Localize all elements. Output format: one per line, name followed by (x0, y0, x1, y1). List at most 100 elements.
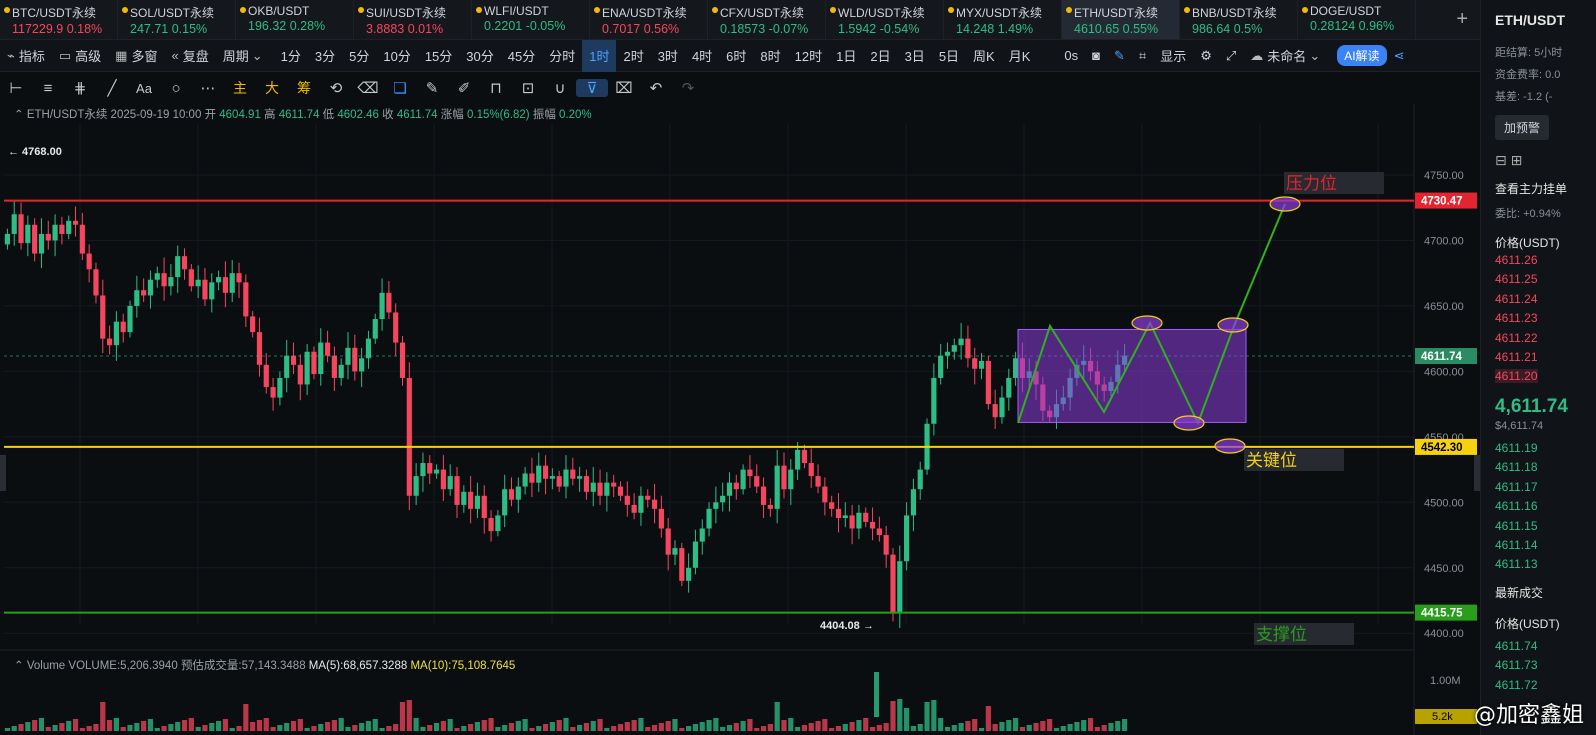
layers-icon[interactable]: ❏ (384, 79, 416, 97)
interval-0[interactable]: 1分 (274, 40, 308, 72)
consolidation-box[interactable] (1017, 328, 1247, 423)
level-label[interactable]: 支撑位 (1256, 625, 1307, 645)
volume-bar (1026, 725, 1032, 731)
ticker-tab[interactable]: ENA/USDT永续 0.7017 0.56% (590, 0, 708, 39)
layout-dropdown[interactable]: ☁ 未命名 ⌄ (1243, 40, 1331, 72)
ticker-tab[interactable]: WLD/USDT永续 1.5942 -0.54% (826, 0, 944, 39)
text-tool[interactable]: Aa (128, 81, 160, 96)
chip-tool[interactable]: 筹 (288, 78, 320, 98)
parallel-lines-icon[interactable]: ≡ (32, 80, 64, 97)
eraser-icon[interactable]: ⌫ (352, 79, 384, 97)
bid-price: 4611.16 (1495, 499, 1538, 514)
candle-body (611, 482, 617, 487)
level-label[interactable]: 关键位 (1246, 451, 1297, 471)
interval-11[interactable]: 4时 (685, 40, 719, 72)
marker-ellipse[interactable] (1173, 415, 1205, 431)
brush-icon[interactable]: ✐ (448, 79, 480, 97)
interval-15[interactable]: 1日 (829, 40, 863, 72)
period-dropdown[interactable]: 周期 ⌄ (216, 40, 274, 72)
redo-icon[interactable]: ↷ (672, 79, 704, 97)
interval-5[interactable]: 30分 (459, 40, 500, 72)
volume-bar (277, 725, 283, 731)
marker-ellipse[interactable] (1131, 315, 1163, 331)
interval-19[interactable]: 周K (966, 40, 1002, 72)
ticker-tab[interactable]: MYX/USDT永续 14.248 1.49% (944, 0, 1062, 39)
pencil-icon[interactable]: ✎ (416, 79, 448, 97)
camera-icon[interactable]: ◙ (1085, 40, 1107, 72)
candle-body (672, 548, 678, 555)
sync-icon[interactable]: ⟲ (320, 79, 352, 97)
interval-10[interactable]: 3时 (651, 40, 685, 72)
ticker-tab[interactable]: CFX/USDT永续 0.18573 -0.07% (708, 0, 826, 39)
lock-icon[interactable]: ⊓ (480, 79, 512, 97)
volume-bar (747, 719, 753, 731)
settings-icon[interactable]: ⚙ (1193, 40, 1219, 72)
big-order-tool[interactable]: 大 (256, 78, 288, 98)
marker-ellipse[interactable] (1214, 438, 1246, 454)
price-chart[interactable]: 压力位关键位支撑位4750.004700.004650.004600.00455… (0, 104, 1480, 735)
interval-4[interactable]: 15分 (418, 40, 459, 72)
indicators-button[interactable]: ⌁ 指标 (0, 40, 52, 72)
interval-18[interactable]: 5日 (932, 40, 966, 72)
filter-icon[interactable]: ⊽ (576, 79, 608, 97)
ticker-tab[interactable]: BTC/USDT永续 117229.9 0.18% (0, 0, 118, 39)
add-tab-icon[interactable]: + (1456, 8, 1468, 31)
ticker-tab[interactable]: SOL/USDT永续 247.71 0.15% (118, 0, 236, 39)
interval-6[interactable]: 45分 (501, 40, 542, 72)
orderbook-view-icon[interactable]: ⊟ ⊞ (1495, 152, 1522, 169)
replay-button[interactable]: «复盘 (164, 40, 215, 72)
circle-icon[interactable]: ○ (160, 80, 192, 97)
interval-9[interactable]: 2时 (616, 40, 650, 72)
interval-13[interactable]: 8时 (753, 40, 787, 72)
pen-icon[interactable]: ✎ (1107, 40, 1132, 72)
add-alert-button[interactable]: 加预警 (1495, 115, 1550, 140)
interval-8[interactable]: 1时 (582, 39, 617, 72)
trend-line-icon[interactable]: ╱ (96, 79, 128, 97)
main-orders-link[interactable]: 查看主力挂单 (1495, 180, 1567, 197)
fullscreen-small-icon[interactable]: ⌗ (1132, 40, 1153, 72)
ticker-tab[interactable]: SUI/USDT永续 3.8883 0.01% (354, 0, 472, 39)
ticker-tab[interactable]: BNB/USDT永续 986.64 0.5% (1180, 0, 1298, 39)
more-icon[interactable]: ⋯ (192, 79, 224, 97)
ai-interpret-button[interactable]: AI解读 (1337, 45, 1387, 66)
interval-20[interactable]: 月K (1002, 40, 1038, 72)
ticker-tab[interactable]: WLFI/USDT 0.2201 -0.05% (472, 0, 590, 39)
volume-bar (672, 719, 678, 731)
interval-3[interactable]: 10分 (376, 40, 417, 72)
marker-ellipse[interactable] (1217, 317, 1249, 333)
interval-2[interactable]: 5分 (342, 40, 376, 72)
level-label[interactable]: 压力位 (1286, 174, 1337, 194)
collapse-icon[interactable]: ⌃ (14, 660, 24, 672)
ask-price: 4611.24 (1495, 291, 1538, 306)
edit-icon[interactable]: ⊡ (512, 79, 544, 97)
trash-icon[interactable]: ⌧ (608, 79, 640, 97)
interval-7[interactable]: 分时 (542, 40, 582, 72)
horizontal-line-icon[interactable]: ⊢ (0, 79, 32, 97)
ticker-tab[interactable]: ETH/USDT永续 4610.65 0.55% (1062, 0, 1180, 39)
interval-14[interactable]: 12时 (788, 40, 829, 72)
magnet-icon[interactable]: ∪ (544, 79, 576, 97)
volume-bar (999, 722, 1005, 731)
advanced-button[interactable]: ▭ 高级 (52, 40, 108, 72)
candle-body (829, 502, 835, 509)
volume-bar (1074, 722, 1080, 731)
candle-body (931, 377, 937, 424)
interval-17[interactable]: 3日 (898, 40, 932, 72)
undo-icon[interactable]: ↶ (640, 79, 672, 97)
display-button[interactable]: 显示 (1153, 40, 1193, 72)
interval-16[interactable]: 2日 (863, 40, 897, 72)
ticker-tab[interactable]: DOGE/USDT 0.28124 0.96% (1298, 0, 1416, 39)
share-icon[interactable]: ⋖ (1387, 40, 1412, 72)
volume-bar (706, 720, 712, 731)
main-chart-tool[interactable]: 主 (224, 78, 256, 98)
expand-icon[interactable]: ⤢ (1219, 40, 1243, 72)
interval-12[interactable]: 6时 (719, 40, 753, 72)
multi-window-button[interactable]: ▦ 多窗 (108, 40, 164, 72)
candle-body (318, 342, 324, 374)
interval-1[interactable]: 3分 (308, 40, 342, 72)
left-scroll-handle[interactable] (0, 455, 6, 491)
ticker-tab[interactable]: OKB/USDT 196.32 0.28% (236, 0, 354, 39)
candle-body (985, 360, 991, 405)
channel-icon[interactable]: ⋕ (64, 79, 96, 97)
marker-ellipse[interactable] (1269, 196, 1301, 212)
